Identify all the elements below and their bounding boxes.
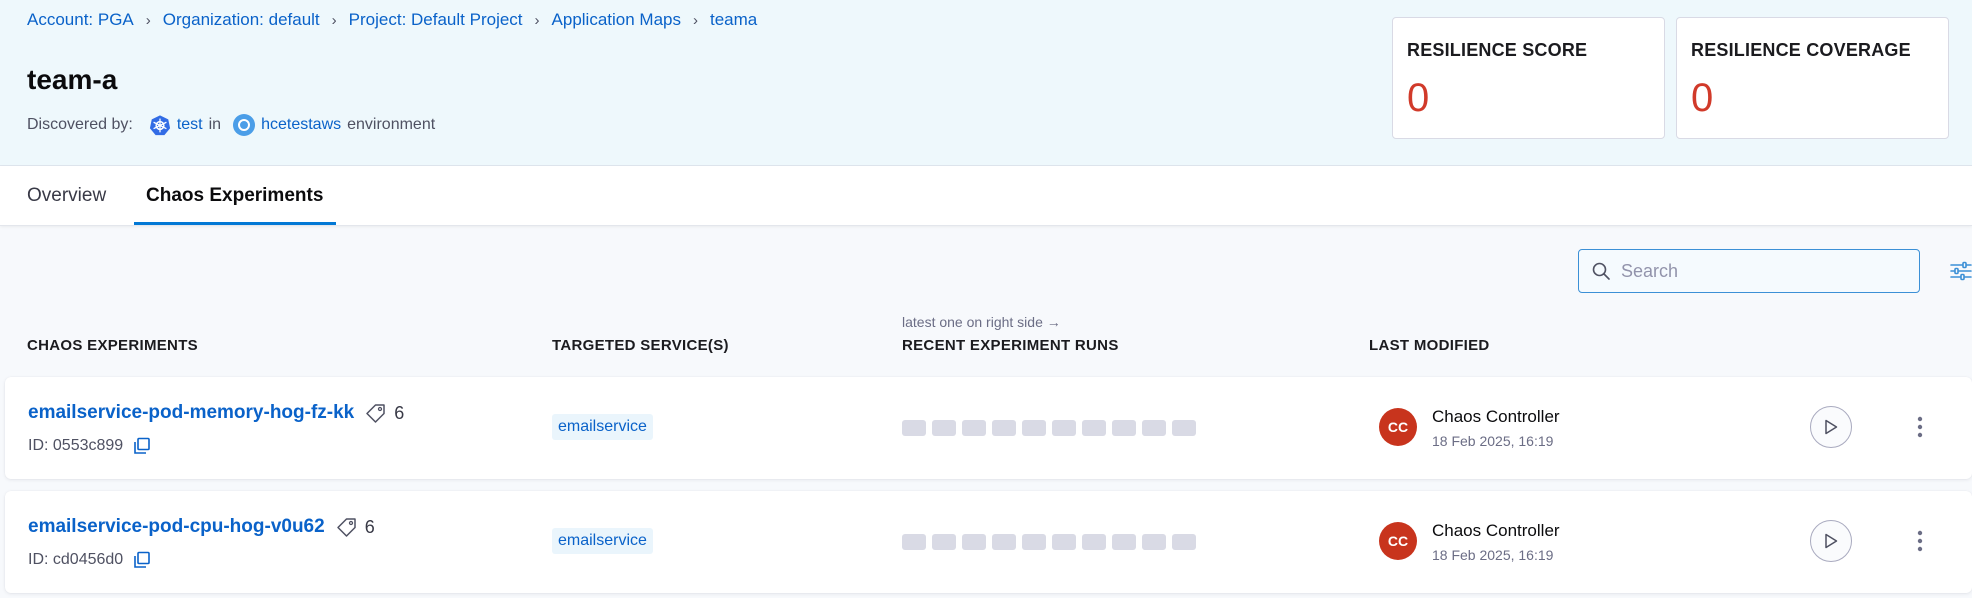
page-title: team-a [27,64,118,95]
table-row[interactable]: emailservice-pod-memory-hog-fz-kk 6 ID: … [5,377,1972,479]
experiment-name-cell: emailservice-pod-cpu-hog-v0u62 6 [28,515,375,539]
run-experiment-button[interactable] [1810,520,1852,562]
service-chip[interactable]: emailservice [552,414,653,440]
search-input[interactable] [1621,260,1911,282]
play-icon [1825,419,1838,435]
experiment-id: ID: cd0456d0 [28,551,151,569]
tag-count: 6 [394,402,405,423]
modified-by: Chaos Controller [1432,407,1560,426]
tab-chaos-experiments[interactable]: Chaos Experiments [146,166,323,226]
breadcrumb-organization[interactable]: Organization: default [163,10,320,30]
environment-icon [233,114,256,136]
experiment-id: ID: 0553c899 [28,437,151,455]
run-placeholder [1172,420,1196,436]
table-row[interactable]: emailservice-pod-cpu-hog-v0u62 6 ID: cd0… [5,491,1972,593]
column-header-services: TARGETED SERVICE(S) [552,337,729,354]
run-placeholder [902,534,926,550]
resilience-coverage-value: 0 [1691,76,1714,120]
run-placeholder [1052,420,1076,436]
kubernetes-icon [149,115,170,136]
tab-bar: Overview Chaos Experiments [0,166,1972,226]
active-tab-indicator [134,222,336,225]
run-placeholder [992,534,1016,550]
page-header: Account: PGA › Organization: default › P… [0,0,1972,166]
run-placeholder [902,420,926,436]
avatar: CC [1379,408,1417,446]
breadcrumb-application-maps[interactable]: Application Maps [552,10,681,30]
tag-icon[interactable] [364,401,388,425]
chevron-right-icon: › [534,11,540,29]
tab-overview[interactable]: Overview [27,166,106,226]
discovered-by: Discovered by: test in hcetestaws enviro… [27,114,435,136]
run-placeholder [932,420,956,436]
discovered-by-label: Discovered by: [27,116,133,133]
column-header-modified: LAST MODIFIED [1369,337,1490,354]
column-header-runs: RECENT EXPERIMENT RUNS [902,337,1119,354]
avatar: CC [1379,522,1417,560]
environment-label: environment [347,116,436,133]
chevron-right-icon: › [145,11,151,29]
column-header-experiments: CHAOS EXPERIMENTS [27,337,198,354]
run-placeholder [1052,534,1076,550]
run-placeholder [1142,420,1166,436]
recent-runs [902,534,1202,550]
run-placeholder [1112,420,1136,436]
copy-icon[interactable] [133,551,151,569]
more-options-button[interactable] [1902,408,1938,446]
experiment-name-cell: emailservice-pod-memory-hog-fz-kk 6 [28,401,404,425]
experiment-name-link[interactable]: emailservice-pod-cpu-hog-v0u62 [28,516,325,538]
tag-icon[interactable] [335,515,359,539]
breadcrumb-account[interactable]: Account: PGA [27,10,134,30]
play-icon [1825,533,1838,549]
search-icon [1592,262,1610,280]
breadcrumb-project[interactable]: Project: Default Project [349,10,523,30]
resilience-score-value: 0 [1407,76,1430,120]
modified-by: Chaos Controller [1432,521,1560,540]
service-chip[interactable]: emailservice [552,528,653,554]
experiment-name-link[interactable]: emailservice-pod-memory-hog-fz-kk [28,402,354,424]
recent-runs [902,420,1202,436]
resilience-score-label: RESILIENCE SCORE [1407,40,1588,60]
tag-count: 6 [364,516,375,537]
resilience-coverage-label: RESILIENCE COVERAGE [1691,40,1911,60]
run-placeholder [1112,534,1136,550]
modified-at: 18 Feb 2025, 16:19 [1432,547,1554,563]
discovery-agent-link[interactable]: test [177,116,203,134]
experiment-id-text: ID: cd0456d0 [28,551,124,568]
chevron-right-icon: › [331,11,337,29]
run-placeholder [992,420,1016,436]
run-placeholder [962,534,986,550]
in-label: in [208,116,222,133]
chevron-right-icon: › [693,11,698,29]
more-options-button[interactable] [1902,522,1938,560]
more-vertical-icon [1917,416,1923,438]
run-placeholder [1172,534,1196,550]
environment-link[interactable]: hcetestaws [261,116,341,134]
run-placeholder [962,420,986,436]
run-experiment-button[interactable] [1810,406,1852,448]
more-vertical-icon [1917,530,1923,552]
run-placeholder [1022,420,1046,436]
search-box[interactable] [1578,249,1920,293]
run-placeholder [932,534,956,550]
resilience-score-card: RESILIENCE SCORE 0 [1392,17,1665,139]
filter-icon[interactable] [1950,260,1972,282]
copy-icon[interactable] [133,437,151,455]
breadcrumb-current-map[interactable]: teama [710,10,757,30]
modified-at: 18 Feb 2025, 16:19 [1432,433,1554,449]
experiment-id-text: ID: 0553c899 [28,437,124,454]
breadcrumb: Account: PGA › Organization: default › P… [27,10,757,30]
run-placeholder [1082,534,1106,550]
recent-runs-hint: latest one on right side → [902,314,1061,330]
run-placeholder [1022,534,1046,550]
run-placeholder [1082,420,1106,436]
resilience-coverage-card: RESILIENCE COVERAGE 0 [1676,17,1949,139]
run-placeholder [1142,534,1166,550]
